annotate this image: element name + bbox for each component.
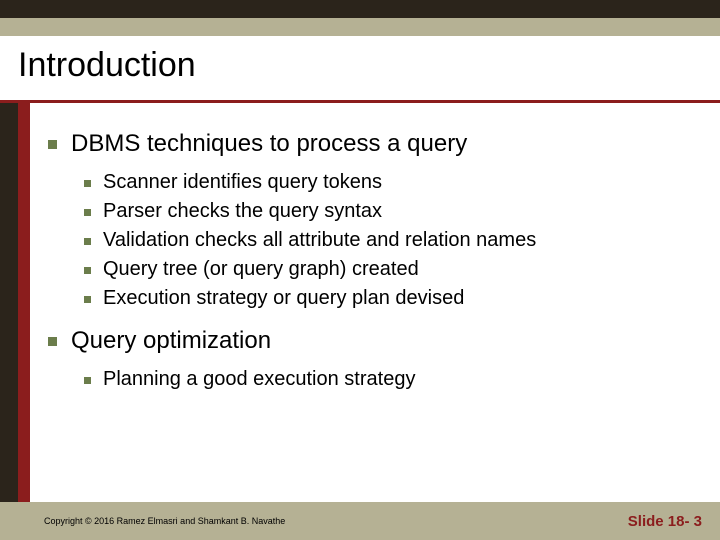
square-bullet-icon bbox=[84, 238, 91, 245]
square-bullet-icon bbox=[84, 377, 91, 384]
square-bullet-icon bbox=[84, 267, 91, 274]
bullet-list-level2: Scanner identifies query tokens Parser c… bbox=[84, 168, 688, 313]
list-item-label: DBMS techniques to process a query bbox=[71, 130, 467, 158]
list-item-label: Scanner identifies query tokens bbox=[103, 168, 382, 197]
list-item: Scanner identifies query tokens bbox=[84, 168, 688, 197]
khaki-strip bbox=[0, 18, 720, 36]
slide-number: Slide 18- 3 bbox=[628, 513, 702, 530]
list-item: Execution strategy or query plan devised bbox=[84, 284, 688, 313]
square-bullet-icon bbox=[84, 209, 91, 216]
content-area: DBMS techniques to process a query Scann… bbox=[48, 130, 688, 408]
bullet-list-level1: DBMS techniques to process a query Scann… bbox=[48, 130, 688, 394]
square-bullet-icon bbox=[84, 180, 91, 187]
list-item-label: Execution strategy or query plan devised bbox=[103, 284, 464, 313]
bullet-list-level2: Planning a good execution strategy bbox=[84, 365, 688, 394]
list-item: Planning a good execution strategy bbox=[84, 365, 688, 394]
list-item-label: Query optimization bbox=[71, 327, 271, 355]
list-item-label: Planning a good execution strategy bbox=[103, 365, 415, 394]
square-bullet-icon bbox=[84, 296, 91, 303]
list-item-label: Query tree (or query graph) created bbox=[103, 255, 419, 284]
footer: Copyright © 2016 Ramez Elmasri and Shamk… bbox=[0, 502, 720, 540]
list-item: Validation checks all attribute and rela… bbox=[84, 226, 688, 255]
title-bar: Introduction bbox=[0, 36, 720, 100]
list-item: Query optimization Planning a good execu… bbox=[48, 327, 688, 394]
slide: Introduction DBMS techniques to process … bbox=[0, 0, 720, 540]
sidebar-dark bbox=[0, 103, 18, 502]
title-underline bbox=[0, 100, 720, 103]
list-item-label: Parser checks the query syntax bbox=[103, 197, 382, 226]
copyright-text: Copyright © 2016 Ramez Elmasri and Shamk… bbox=[44, 516, 285, 526]
slide-title: Introduction bbox=[18, 46, 720, 85]
top-strip bbox=[0, 0, 720, 18]
sidebar-maroon bbox=[18, 103, 30, 502]
list-item: Parser checks the query syntax bbox=[84, 197, 688, 226]
list-item-label: Validation checks all attribute and rela… bbox=[103, 226, 536, 255]
list-item: Query tree (or query graph) created bbox=[84, 255, 688, 284]
square-bullet-icon bbox=[48, 140, 57, 149]
list-item: DBMS techniques to process a query Scann… bbox=[48, 130, 688, 313]
square-bullet-icon bbox=[48, 337, 57, 346]
